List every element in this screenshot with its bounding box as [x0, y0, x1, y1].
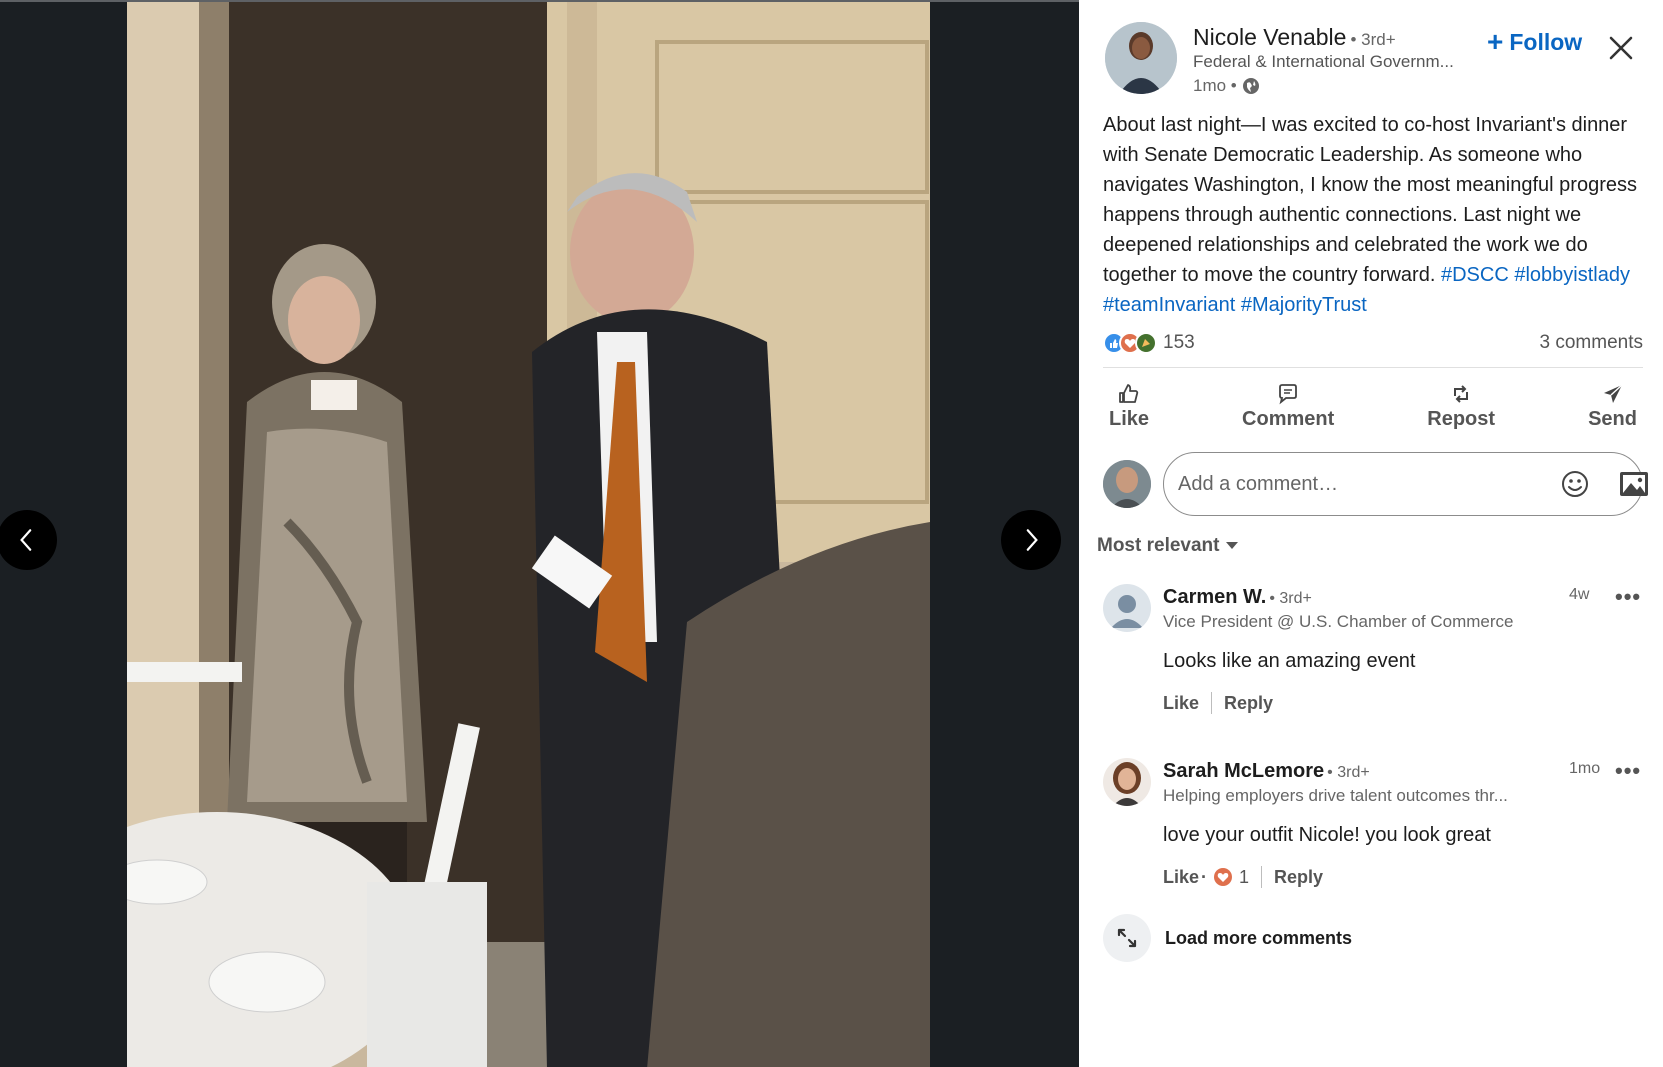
add-comment-row — [1103, 452, 1648, 516]
post-details-panel: Nicole Venable • 3rd+ Federal & Internati… — [1079, 0, 1663, 1067]
photo-viewer — [0, 0, 1079, 1067]
commenter-avatar[interactable] — [1103, 758, 1151, 806]
commenter-headline: Vice President @ U.S. Chamber of Commerc… — [1163, 612, 1514, 631]
close-icon[interactable] — [1607, 34, 1635, 62]
hashtag-link[interactable]: #DSCC — [1441, 264, 1509, 286]
emoji-icon[interactable] — [1559, 468, 1591, 500]
more-options-icon[interactable]: ••• — [1615, 758, 1641, 784]
post-header: Nicole Venable • 3rd+ Federal & Internati… — [1105, 22, 1645, 100]
separator — [1211, 692, 1213, 714]
follow-label: Follow — [1509, 28, 1583, 55]
comment-count-link[interactable]: 3 comments — [1540, 332, 1643, 354]
reactions-summary[interactable]: 153 — [1103, 332, 1195, 354]
celebrate-reaction-icon — [1135, 332, 1157, 354]
load-more-label: Load more comments — [1165, 927, 1353, 948]
comment-label: Comment — [1242, 407, 1335, 430]
author-name-text[interactable]: Nicole Venable — [1193, 24, 1346, 50]
follow-button[interactable]: + Follow — [1487, 28, 1582, 56]
like-label: Like — [1109, 407, 1150, 430]
comment-reactions[interactable]: 1 — [1213, 867, 1249, 888]
more-options-icon[interactable]: ••• — [1615, 584, 1641, 610]
expand-icon — [1117, 928, 1137, 948]
commenter-name-text[interactable]: Sarah McLemore — [1163, 760, 1324, 782]
chevron-right-icon — [1026, 529, 1038, 551]
comment-time: 4w — [1569, 586, 1590, 603]
comment-text: love your outfit Nicole! you look great — [1163, 824, 1491, 846]
commenter-degree: • 3rd+ — [1269, 590, 1312, 607]
hashtag-link[interactable]: #lobbyistlady — [1514, 264, 1630, 286]
sort-dropdown[interactable]: Most relevant — [1097, 535, 1239, 557]
repost-label: Repost — [1427, 407, 1496, 430]
social-counts: 153 3 comments — [1103, 330, 1643, 356]
sort-label: Most relevant — [1097, 535, 1220, 556]
comment-actions: Like · 1 Reply — [1163, 866, 1323, 888]
separator — [1261, 866, 1263, 888]
commenter-name[interactable]: Carmen W. • 3rd+ — [1163, 586, 1312, 609]
comment-actions: Like Reply — [1163, 692, 1273, 714]
caret-down-icon — [1226, 542, 1239, 549]
repost-icon — [1454, 384, 1469, 403]
author-name[interactable]: Nicole Venable • 3rd+ — [1193, 24, 1396, 51]
comment-like-button[interactable]: Like — [1163, 693, 1199, 714]
comment-like-button[interactable]: Like — [1163, 867, 1199, 888]
commenter-name[interactable]: Sarah McLemore • 3rd+ — [1163, 760, 1370, 783]
post-time-text: 1mo • — [1193, 76, 1237, 95]
divider — [1103, 367, 1643, 368]
author-avatar[interactable] — [1105, 22, 1177, 94]
repost-button[interactable]: Repost — [1421, 374, 1501, 438]
hashtag-link[interactable]: #MajorityTrust — [1241, 294, 1367, 316]
comment-like-count: 1 — [1239, 866, 1250, 887]
post-text: About last night—I was excited to co-hos… — [1103, 114, 1637, 286]
heart-icon — [1214, 868, 1233, 886]
globe-icon — [1242, 78, 1259, 94]
commenter-headline: Helping employers drive talent outcomes … — [1163, 786, 1508, 805]
expand-icon-wrapper — [1103, 914, 1151, 962]
commenter-name-text[interactable]: Carmen W. — [1163, 586, 1266, 608]
post-timestamp: 1mo • — [1193, 76, 1260, 96]
comment-reply-button[interactable]: Reply — [1274, 867, 1323, 888]
load-more-comments-button[interactable]: Load more comments — [1103, 914, 1352, 962]
separator-dot: · — [1201, 866, 1208, 887]
next-image-button[interactable] — [1001, 510, 1061, 570]
comment-icon — [1279, 383, 1298, 404]
comment-reply-button[interactable]: Reply — [1224, 693, 1273, 714]
send-button[interactable]: Send — [1582, 374, 1643, 438]
comment-text: Looks like an amazing event — [1163, 650, 1416, 672]
plus-icon: + — [1487, 26, 1504, 57]
send-label: Send — [1588, 407, 1637, 430]
post-photo[interactable] — [127, 2, 930, 1067]
author-headline: Federal & International Governm... — [1193, 52, 1454, 71]
comment-button[interactable]: Comment — [1236, 374, 1340, 438]
reaction-count: 153 — [1163, 332, 1195, 353]
post-actions: Like Comment Repost Send — [1103, 374, 1643, 438]
chevron-left-icon — [20, 529, 32, 551]
hashtag-link[interactable]: #teamInvariant — [1103, 294, 1235, 316]
author-degree: • 3rd+ — [1350, 30, 1396, 49]
commenter-avatar[interactable] — [1103, 584, 1151, 632]
send-icon — [1603, 383, 1623, 403]
event-photo-illustration — [127, 2, 930, 1067]
image-icon[interactable] — [1618, 470, 1650, 498]
like-icon — [1119, 383, 1139, 403]
current-user-avatar[interactable] — [1103, 460, 1151, 508]
comment-time: 1mo — [1569, 760, 1601, 777]
previous-image-button[interactable] — [0, 510, 57, 570]
post-body: About last night—I was excited to co-hos… — [1103, 110, 1643, 320]
like-button[interactable]: Like — [1103, 374, 1155, 438]
commenter-degree: • 3rd+ — [1327, 764, 1370, 781]
